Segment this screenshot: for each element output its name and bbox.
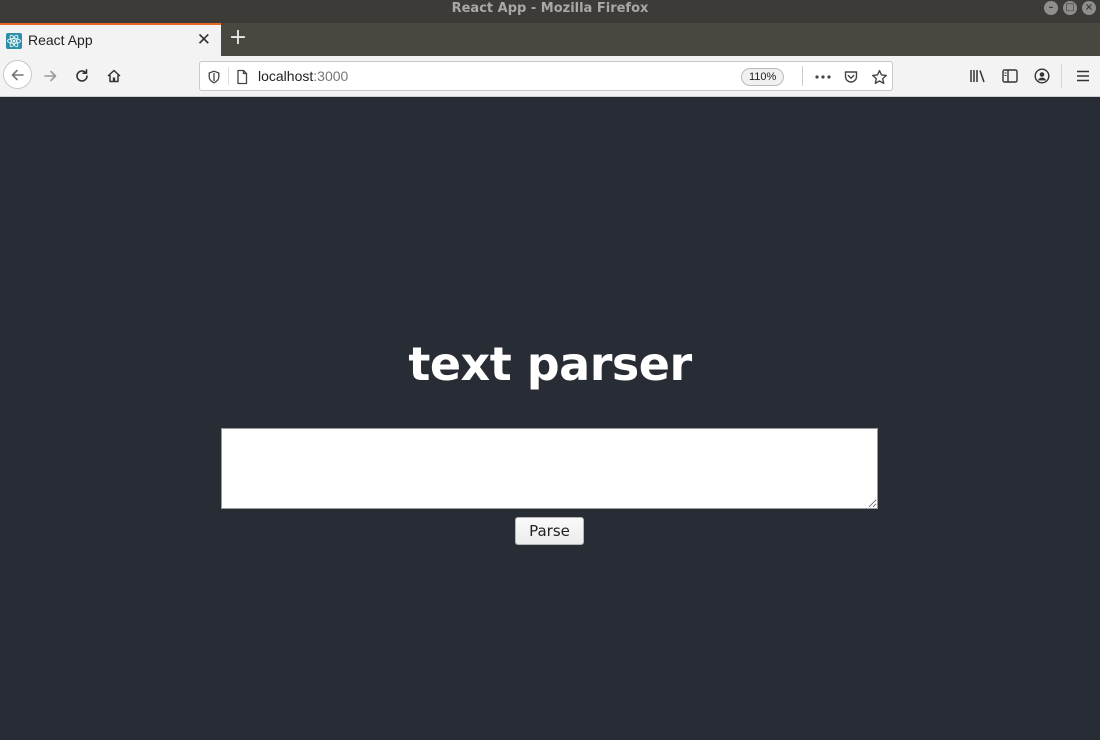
back-arrow-icon: [11, 69, 24, 80]
bookmark-star-icon[interactable]: [868, 66, 890, 88]
pocket-icon[interactable]: [840, 66, 862, 88]
home-icon: [107, 69, 121, 83]
forward-arrow-icon: [44, 70, 57, 82]
tab-title: React App: [28, 32, 93, 48]
maximize-icon[interactable]: □: [1063, 1, 1077, 15]
hamburger-menu-icon[interactable]: [1072, 65, 1094, 87]
library-icon[interactable]: [967, 65, 989, 87]
account-icon[interactable]: [1031, 65, 1053, 87]
url-divider: [228, 67, 229, 85]
zoom-level-badge[interactable]: 110%: [741, 68, 785, 86]
page-actions-icon[interactable]: [812, 66, 834, 88]
toolbar-separator: [1061, 64, 1062, 88]
tab-strip: React App ✕ +: [0, 23, 1100, 56]
url-bar[interactable]: localhost:3000 110%: [199, 61, 893, 91]
close-tab-icon[interactable]: ✕: [197, 30, 211, 50]
url-host: localhost: [258, 68, 314, 84]
window-title: React App - Mozilla Firefox: [451, 1, 649, 16]
window-titlebar: React App - Mozilla Firefox – □ ×: [0, 0, 1100, 23]
home-button[interactable]: [99, 61, 129, 91]
page-info-icon[interactable]: [231, 66, 253, 88]
url-text[interactable]: localhost:3000: [258, 68, 348, 84]
reload-button[interactable]: [67, 61, 97, 91]
tab-react-app[interactable]: React App ✕: [0, 23, 221, 56]
navigation-toolbar: localhost:3000 110%: [0, 56, 1100, 97]
url-port: :3000: [313, 68, 349, 84]
text-input-area[interactable]: [221, 428, 878, 509]
react-logo-icon: [6, 33, 22, 49]
sidebar-icon[interactable]: [999, 65, 1021, 87]
url-separator: [802, 66, 803, 86]
window-controls: – □ ×: [1044, 1, 1096, 15]
page-title: text parser: [408, 337, 692, 391]
reload-icon: [76, 69, 88, 82]
forward-button[interactable]: [35, 61, 65, 91]
page-content: text parser Parse: [0, 97, 1100, 740]
close-window-icon[interactable]: ×: [1082, 1, 1096, 15]
back-button[interactable]: [3, 60, 32, 89]
tracking-protection-shield-icon[interactable]: [203, 66, 225, 88]
new-tab-icon[interactable]: +: [226, 26, 250, 52]
parse-button[interactable]: Parse: [515, 517, 584, 545]
minimize-icon[interactable]: –: [1044, 1, 1058, 15]
